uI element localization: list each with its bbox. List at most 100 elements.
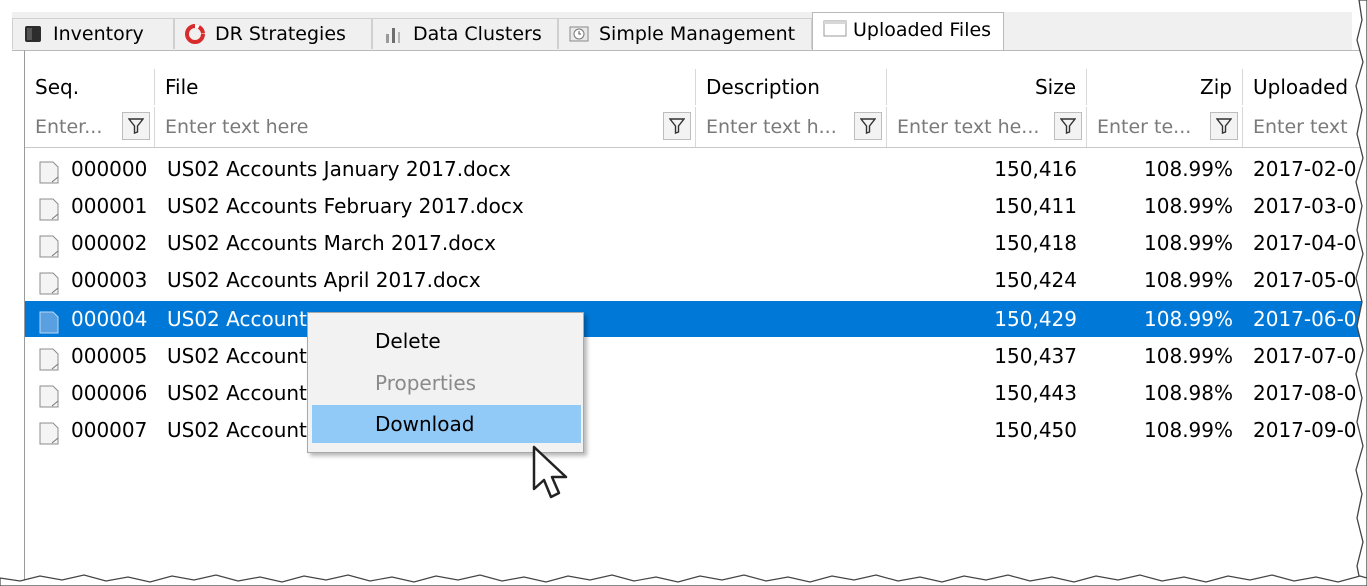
- menu-item-properties[interactable]: Properties: [312, 364, 581, 402]
- size-cell: 150,416: [994, 157, 1077, 181]
- tab-label: Simple Management: [599, 23, 796, 45]
- document-icon: [39, 159, 59, 184]
- size-cell: 150,450: [994, 418, 1077, 442]
- column-header-seq[interactable]: Seq.: [25, 69, 155, 105]
- uploaded-cell: 2017-09-0: [1253, 418, 1357, 442]
- tab-strip: Inventory DR Strategies Data Clusters Si…: [12, 12, 1352, 51]
- zip-cell: 108.99%: [1144, 194, 1233, 218]
- mouse-cursor-icon: [532, 445, 568, 499]
- size-filter-button[interactable]: [1054, 112, 1082, 140]
- tab-data-clusters[interactable]: Data Clusters: [372, 18, 558, 49]
- lifebuoy-icon: [185, 24, 205, 44]
- filter-icon: [128, 118, 144, 134]
- file-filter-input[interactable]: Enter text here: [165, 107, 645, 147]
- tab-simple-management[interactable]: Simple Management: [558, 18, 812, 49]
- tab-uploaded-files[interactable]: Uploaded Files: [812, 12, 1004, 51]
- uploaded-cell: 2017-06-0: [1253, 307, 1357, 331]
- zip-cell: 108.99%: [1144, 344, 1233, 368]
- uploaded-cell: 2017-03-0: [1253, 194, 1357, 218]
- filter-cell-file: Enter text here: [155, 107, 696, 147]
- column-header-file[interactable]: File: [155, 69, 696, 105]
- uploaded-cell: 2017-05-0: [1253, 268, 1357, 292]
- seq-cell: 000000: [71, 157, 148, 181]
- clock-icon: [569, 24, 589, 44]
- filter-row: Enter... Enter text here Enter text h...…: [25, 107, 1364, 148]
- seq-cell: 000001: [71, 194, 148, 218]
- data-clusters-icon: [383, 24, 403, 44]
- table-row[interactable]: 000001 US02 Accounts February 2017.docx …: [25, 188, 1364, 224]
- filter-cell-size: Enter text he...: [887, 107, 1087, 147]
- torn-edge-bottom: [0, 574, 1367, 586]
- file-cell: US02 Accounts April 2017.docx: [167, 268, 481, 292]
- zip-filter-input[interactable]: Enter te...: [1097, 107, 1202, 147]
- filter-icon: [860, 118, 876, 134]
- document-icon: [39, 233, 59, 258]
- tab-label: Data Clusters: [413, 23, 542, 45]
- seq-cell: 000002: [71, 231, 148, 255]
- size-cell: 150,437: [994, 344, 1077, 368]
- file-cell: US02 Accounts March 2017.docx: [167, 231, 497, 255]
- size-cell: 150,429: [994, 307, 1077, 331]
- table-row[interactable]: 000007 US02 Account 150,450 108.99% 2017…: [25, 412, 1364, 448]
- seq-cell: 000006: [71, 381, 148, 405]
- column-header-description[interactable]: Description: [696, 69, 887, 105]
- uploaded-filter-input[interactable]: Enter text: [1253, 107, 1363, 147]
- seq-filter-input[interactable]: Enter...: [35, 107, 115, 147]
- file-cell: US02 Accounts January 2017.docx: [167, 157, 511, 181]
- filter-cell-uploaded: Enter text: [1243, 107, 1364, 147]
- table-row-selected[interactable]: 000004 US02 Account 150,429 108.99% 2017…: [25, 301, 1364, 337]
- document-icon: [39, 420, 59, 445]
- zip-cell: 108.99%: [1144, 418, 1233, 442]
- table-row[interactable]: 000003 US02 Accounts April 2017.docx 150…: [25, 262, 1364, 298]
- description-filter-input[interactable]: Enter text h...: [706, 107, 846, 147]
- tab-label: Uploaded Files: [853, 19, 992, 41]
- seq-cell: 000004: [71, 307, 148, 331]
- size-cell: 150,443: [994, 381, 1077, 405]
- filter-icon: [1216, 118, 1232, 134]
- uploaded-cell: 2017-02-0: [1253, 157, 1357, 181]
- column-header-uploaded[interactable]: Uploaded: [1243, 69, 1364, 105]
- torn-edge-right: [1355, 0, 1367, 586]
- document-icon: [39, 270, 59, 295]
- table-row[interactable]: 000005 US02 Account 150,437 108.99% 2017…: [25, 338, 1364, 374]
- zip-cell: 108.99%: [1144, 268, 1233, 292]
- document-icon: [39, 196, 59, 221]
- zip-cell: 108.99%: [1144, 231, 1233, 255]
- size-filter-input[interactable]: Enter text he...: [897, 107, 1047, 147]
- context-menu: Delete Properties Download: [307, 312, 584, 453]
- filter-cell-description: Enter text h...: [696, 107, 887, 147]
- seq-cell: 000003: [71, 268, 148, 292]
- filter-cell-zip: Enter te...: [1087, 107, 1243, 147]
- table-row[interactable]: 000000 US02 Accounts January 2017.docx 1…: [25, 151, 1364, 187]
- filter-icon: [1060, 118, 1076, 134]
- description-filter-button[interactable]: [854, 112, 882, 140]
- seq-filter-button[interactable]: [122, 112, 150, 140]
- zip-filter-button[interactable]: [1210, 112, 1238, 140]
- filter-cell-seq: Enter...: [25, 107, 155, 147]
- document-icon: [39, 383, 59, 408]
- document-icon: [39, 309, 59, 334]
- size-cell: 150,411: [994, 194, 1077, 218]
- menu-item-download[interactable]: Download: [312, 405, 581, 443]
- table-row[interactable]: 000002 US02 Accounts March 2017.docx 150…: [25, 225, 1364, 261]
- column-header-zip[interactable]: Zip: [1087, 69, 1243, 105]
- file-tab-icon: [823, 19, 847, 39]
- zip-cell: 108.99%: [1144, 307, 1233, 331]
- uploaded-cell: 2017-04-0: [1253, 231, 1357, 255]
- seq-cell: 000007: [71, 418, 148, 442]
- file-filter-button[interactable]: [663, 112, 691, 140]
- uploaded-cell: 2017-08-0: [1253, 381, 1357, 405]
- inventory-icon: [23, 24, 43, 44]
- tab-dr-strategies[interactable]: DR Strategies: [174, 18, 372, 49]
- menu-item-delete[interactable]: Delete: [312, 322, 581, 360]
- uploaded-cell: 2017-07-0: [1253, 344, 1357, 368]
- file-cell: US02 Accounts February 2017.docx: [167, 194, 524, 218]
- tab-label: DR Strategies: [215, 23, 346, 45]
- column-header-size[interactable]: Size: [887, 69, 1087, 105]
- tab-label: Inventory: [53, 23, 144, 45]
- size-cell: 150,424: [994, 268, 1077, 292]
- zip-cell: 108.98%: [1144, 381, 1233, 405]
- filter-icon: [669, 118, 685, 134]
- tab-inventory[interactable]: Inventory: [12, 18, 174, 49]
- table-row[interactable]: 000006 US02 Account 150,443 108.98% 2017…: [25, 375, 1364, 411]
